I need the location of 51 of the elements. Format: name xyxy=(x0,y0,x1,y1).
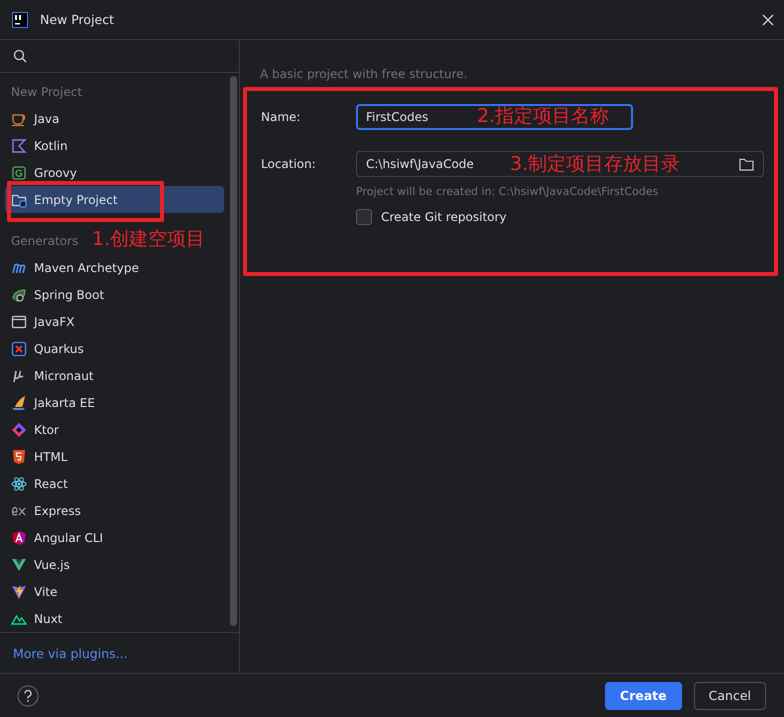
annotation-text: 3.制定项目存放目录 xyxy=(510,152,680,177)
sidebar-item[interactable]: React xyxy=(5,470,224,497)
description-text: A basic project with free structure. xyxy=(260,67,468,81)
letter-g-icon xyxy=(11,164,27,180)
git-checkbox[interactable] xyxy=(356,209,372,225)
field-label: Name: xyxy=(261,110,302,124)
sidebar-item[interactable]: Spring Boot xyxy=(5,281,224,308)
sidebar-item[interactable]: Vue.js xyxy=(5,551,224,578)
sail-icon xyxy=(11,394,27,410)
search-icon[interactable] xyxy=(13,49,27,63)
sidebar-item[interactable]: Quarkus xyxy=(5,335,224,362)
sidebar-item[interactable]: Nuxt xyxy=(5,605,224,632)
annotation-text: 1.创建空项目 xyxy=(92,227,206,252)
help-icon[interactable] xyxy=(17,684,39,706)
html5-icon xyxy=(11,448,27,464)
section-heading: New Project xyxy=(11,84,82,101)
sidebar-item[interactable]: Empty Project xyxy=(5,186,224,213)
sidebar-item[interactable]: Java xyxy=(5,105,224,132)
folder-icon[interactable] xyxy=(739,158,754,170)
sidebar-item[interactable]: Angular CLI xyxy=(5,524,224,551)
create-button[interactable]: Create xyxy=(604,682,682,710)
section-heading: Generators xyxy=(11,233,78,250)
atom-icon xyxy=(11,476,27,492)
checkbox-label[interactable]: Create Git repository xyxy=(381,210,507,224)
window-icon xyxy=(11,314,27,330)
angular-icon xyxy=(11,530,27,546)
cancel-button[interactable]: Cancel xyxy=(694,682,766,710)
diamond-icon xyxy=(11,422,27,438)
sidebar-item[interactable]: HTML xyxy=(5,443,224,470)
scrollbar[interactable] xyxy=(230,76,237,626)
sidebar-item[interactable]: Express xyxy=(5,497,224,524)
close-icon[interactable] xyxy=(762,14,774,26)
sidebar-item[interactable]: Jakarta EE xyxy=(5,389,224,416)
sidebar-item[interactable]: Vite xyxy=(5,578,224,605)
window-title: New Project xyxy=(40,12,114,27)
path-hint-text: Project will be created in: C:\hsiwf\JavaCode\FirstCodes xyxy=(356,185,660,198)
lightning-icon xyxy=(11,584,27,600)
sidebar-item[interactable]: Groovy xyxy=(5,159,224,186)
leaf-icon xyxy=(11,286,27,302)
sidebar-item[interactable]: Micronaut xyxy=(5,362,224,389)
sidebar-item[interactable]: Maven Archetype xyxy=(5,254,224,281)
sidebar-item[interactable]: JavaFX xyxy=(5,308,224,335)
vue-icon xyxy=(11,556,27,572)
app-logo-icon xyxy=(12,12,28,28)
field-label: Location: xyxy=(261,157,317,171)
sidebar-item[interactable]: Kotlin xyxy=(5,132,224,159)
more-plugins-link[interactable]: More via plugins... xyxy=(13,646,128,660)
annotation-text: 2.指定项目名称 xyxy=(477,104,610,129)
quarkus-icon xyxy=(11,340,27,356)
kotlin-icon xyxy=(11,138,27,154)
sidebar-item[interactable]: Ktor xyxy=(5,416,224,443)
